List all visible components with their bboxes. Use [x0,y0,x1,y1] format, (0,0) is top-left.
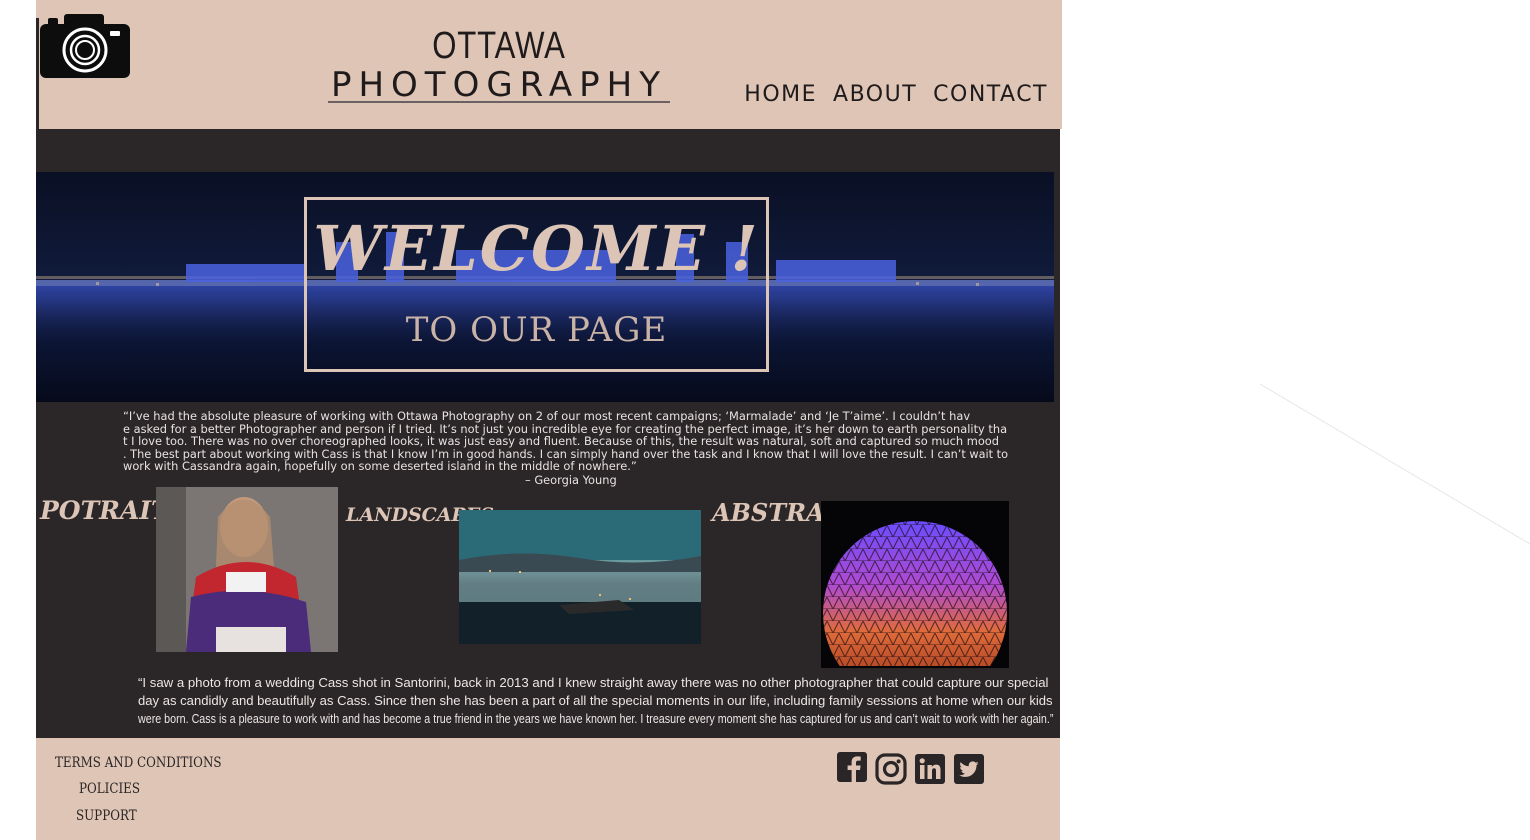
hero-subtitle: TO OUR PAGE [405,310,668,350]
testimonial-2-line: day as candidly and beautifully as Cass.… [138,693,1053,708]
brand-city: OTTAWA [432,25,566,67]
brand-subtitle: PHOTOGRAPHY [330,65,668,105]
portrait-photo-art [156,487,338,652]
nav-about[interactable]: ABOUT [833,82,917,107]
page: OTTAWA PHOTOGRAPHY HOME ABOUT CONTACT WE… [36,0,1062,840]
testimonial-1-line: “I’ve had the absolute pleasure of worki… [123,409,971,423]
header-edge [36,18,39,129]
footer-terms-link[interactable]: TERMS AND CONDITIONS [55,755,222,771]
landscape-photo[interactable] [459,510,701,644]
main-nav: HOME ABOUT CONTACT [744,82,1048,107]
abstract-photo-art [821,521,1009,668]
camera-logo-icon [40,14,130,78]
nav-contact[interactable]: CONTACT [933,82,1048,107]
testimonial-1-line: . The best part about working with Cass … [123,446,1009,461]
footer-support-link[interactable]: SUPPORT [76,808,137,824]
twitter-icon[interactable] [953,753,985,785]
portrait-photo[interactable] [156,487,338,652]
facebook-icon[interactable] [836,751,868,783]
instagram-icon[interactable] [875,753,907,785]
brand: OTTAWA PHOTOGRAPHY [328,26,670,104]
nav-home[interactable]: HOME [744,82,817,107]
header: OTTAWA PHOTOGRAPHY HOME ABOUT CONTACT [36,0,1062,129]
testimonial-2: “I saw a photo from a wedding Cass shot … [138,674,1053,728]
footer: TERMS AND CONDITIONS POLICIES SUPPORT [36,738,1060,840]
landscape-photo-art [459,510,701,644]
testimonial-1: “I’ve had the absolute pleasure of worki… [123,410,1008,473]
linkedin-icon[interactable] [914,753,946,785]
testimonial-1-author: – Georgia Young [525,473,617,487]
testimonial-1-line: work with Cassandra again, hopefully on … [123,459,637,474]
welcome-frame: WELCOME ! TO OUR PAGE [304,197,769,372]
brand-underline [328,101,670,103]
hero-title: WELCOME ! [313,212,760,285]
testimonial-2-line: “I saw a photo from a wedding Cass shot … [138,675,1049,690]
abstract-photo[interactable] [821,501,1009,668]
hero-banner: WELCOME ! TO OUR PAGE [36,172,1054,402]
footer-policies-link[interactable]: POLICIES [79,781,140,797]
main-content: WELCOME ! TO OUR PAGE “I’ve had the abso… [36,129,1060,738]
testimonial-2-line: were born. Cass is a pleasure to work wi… [138,711,1054,726]
